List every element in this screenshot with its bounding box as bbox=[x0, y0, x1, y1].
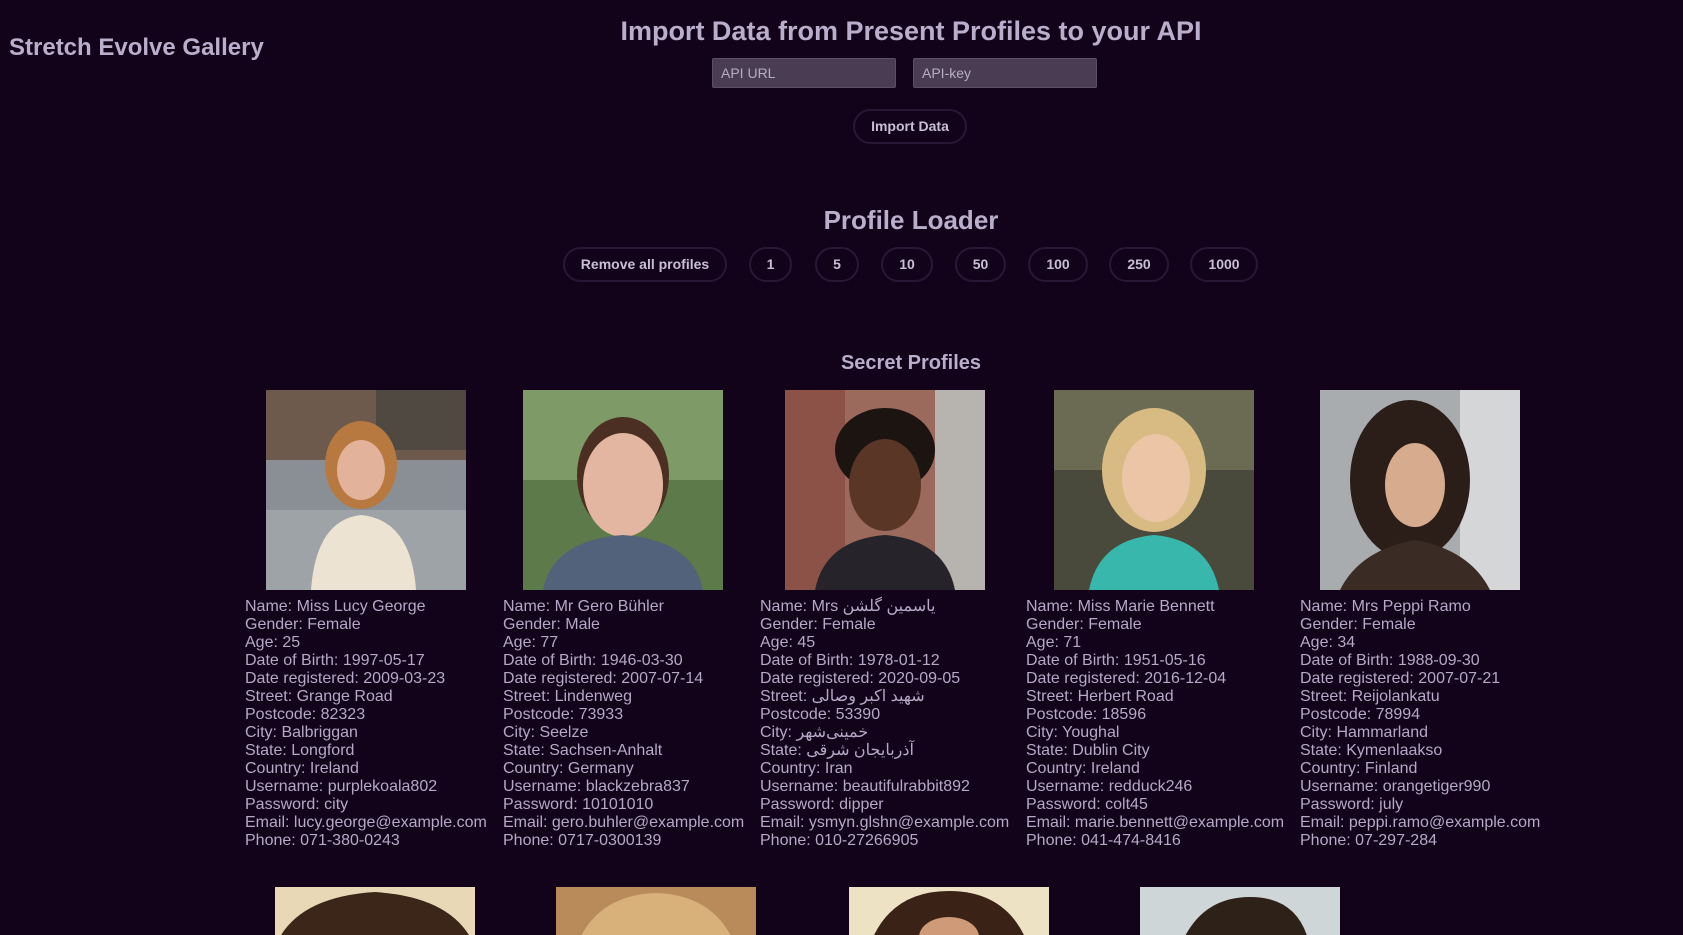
profile-email: Email: marie.bennett@example.com bbox=[1026, 814, 1285, 831]
load-100-button[interactable]: 100 bbox=[1028, 247, 1088, 282]
profile-gender: Gender: Female bbox=[1300, 616, 1416, 633]
profile-street: Street: Lindenweg bbox=[503, 688, 632, 705]
secret-profiles-heading: Secret Profiles bbox=[840, 352, 982, 374]
profile-photo bbox=[849, 887, 1049, 935]
profile-postcode: Postcode: 73933 bbox=[503, 706, 624, 723]
profile-city: City: Hammarland bbox=[1300, 724, 1429, 741]
profile-phone: Phone: 041-474-8416 bbox=[1026, 832, 1181, 849]
load-10-button[interactable]: 10 bbox=[881, 247, 933, 282]
profile-dob: Date of Birth: 1946-03-30 bbox=[503, 652, 683, 669]
profile-city: City: Youghal bbox=[1026, 724, 1120, 741]
profile-name: Name: Mr Gero Bühler bbox=[503, 598, 664, 615]
profile-street: Street: Herbert Road bbox=[1026, 688, 1174, 705]
profile-email: Email: peppi.ramo@example.com bbox=[1300, 814, 1541, 831]
profile-registered: Date registered: 2007-07-21 bbox=[1300, 670, 1501, 687]
page: Stretch Evolve Gallery Import Data from … bbox=[0, 0, 1683, 935]
profile-photo bbox=[1054, 390, 1254, 590]
profile-details: Name: Mrs یاسمین گلشن Gender: Female Age… bbox=[760, 598, 1009, 850]
profile-username: Username: purplekoala802 bbox=[245, 778, 438, 795]
load-1-button[interactable]: 1 bbox=[749, 247, 792, 282]
profile-details: Name: Miss Marie Bennett Gender: Female … bbox=[1026, 598, 1284, 850]
profile-username: Username: blackzebra837 bbox=[503, 778, 690, 795]
profile-gender: Gender: Female bbox=[760, 616, 876, 633]
profile-registered: Date registered: 2009-03-23 bbox=[245, 670, 446, 687]
profile-city: City: خمینی‌شهر bbox=[760, 724, 869, 741]
profile-age: Age: 77 bbox=[503, 634, 559, 651]
import-data-button[interactable]: Import Data bbox=[853, 109, 967, 144]
profile-name: Name: Mrs یاسمین گلشن bbox=[760, 598, 936, 615]
profile-email: Email: gero.buhler@example.com bbox=[503, 814, 745, 831]
profile-registered: Date registered: 2007-07-14 bbox=[503, 670, 704, 687]
remove-all-profiles-button[interactable]: Remove all profiles bbox=[563, 247, 727, 282]
profile-username: Username: orangetiger990 bbox=[1300, 778, 1491, 795]
profile-country: Country: Ireland bbox=[1026, 760, 1140, 777]
profile-photo bbox=[523, 390, 723, 590]
profile-email: Email: ysmyn.glshn@example.com bbox=[760, 814, 1010, 831]
profile-name: Name: Miss Lucy George bbox=[245, 598, 426, 615]
profile-dob: Date of Birth: 1978-01-12 bbox=[760, 652, 940, 669]
profile-photo bbox=[556, 887, 756, 935]
profile-photo bbox=[1140, 887, 1340, 935]
profile-details: Name: Mrs Peppi Ramo Gender: Female Age:… bbox=[1300, 598, 1540, 850]
load-250-button[interactable]: 250 bbox=[1109, 247, 1169, 282]
profile-loader-heading: Profile Loader bbox=[823, 205, 999, 235]
profile-username: Username: beautifulrabbit892 bbox=[760, 778, 970, 795]
profile-postcode: Postcode: 82323 bbox=[245, 706, 366, 723]
profile-password: Password: city bbox=[245, 796, 349, 813]
profile-country: Country: Iran bbox=[760, 760, 853, 777]
profile-country: Country: Germany bbox=[503, 760, 634, 777]
profile-password: Password: july bbox=[1300, 796, 1404, 813]
profile-gender: Gender: Male bbox=[503, 616, 600, 633]
profile-photo bbox=[275, 887, 475, 935]
profile-phone: Phone: 071-380-0243 bbox=[245, 832, 400, 849]
profile-photo bbox=[785, 390, 985, 590]
profile-postcode: Postcode: 18596 bbox=[1026, 706, 1147, 723]
profile-country: Country: Ireland bbox=[245, 760, 359, 777]
profile-state: State: Longford bbox=[245, 742, 355, 759]
profile-registered: Date registered: 2020-09-05 bbox=[760, 670, 961, 687]
profile-password: Password: colt45 bbox=[1026, 796, 1148, 813]
profile-street: Street: Reijolankatu bbox=[1300, 688, 1440, 705]
profile-gender: Gender: Female bbox=[1026, 616, 1142, 633]
profile-gender: Gender: Female bbox=[245, 616, 361, 633]
profile-photo bbox=[1320, 390, 1520, 590]
profile-password: Password: dipper bbox=[760, 796, 884, 813]
profile-phone: Phone: 010-27266905 bbox=[760, 832, 919, 849]
profile-state: State: Dublin City bbox=[1026, 742, 1150, 759]
load-5-button[interactable]: 5 bbox=[815, 247, 859, 282]
load-1000-button[interactable]: 1000 bbox=[1190, 247, 1258, 282]
profile-age: Age: 71 bbox=[1026, 634, 1082, 651]
profile-postcode: Postcode: 78994 bbox=[1300, 706, 1421, 723]
profile-password: Password: 10101010 bbox=[503, 796, 654, 813]
profile-email: Email: lucy.george@example.com bbox=[245, 814, 487, 831]
profile-photo bbox=[266, 390, 466, 590]
profile-state: State: آذربایجان شرقی bbox=[760, 742, 914, 759]
profile-phone: Phone: 0717-0300139 bbox=[503, 832, 662, 849]
profile-country: Country: Finland bbox=[1300, 760, 1418, 777]
profile-username: Username: redduck246 bbox=[1026, 778, 1193, 795]
profile-street: Street: شهید اکبر وصالی bbox=[760, 688, 925, 705]
api-key-input[interactable] bbox=[913, 58, 1097, 88]
import-heading: Import Data from Present Profiles to you… bbox=[620, 16, 1202, 46]
profile-dob: Date of Birth: 1997-05-17 bbox=[245, 652, 425, 669]
load-50-button[interactable]: 50 bbox=[955, 247, 1006, 282]
profile-age: Age: 45 bbox=[760, 634, 816, 651]
profile-state: State: Sachsen-Anhalt bbox=[503, 742, 663, 759]
profile-details: Name: Miss Lucy George Gender: Female Ag… bbox=[245, 598, 487, 850]
profile-dob: Date of Birth: 1988-09-30 bbox=[1300, 652, 1480, 669]
profile-postcode: Postcode: 53390 bbox=[760, 706, 881, 723]
profile-dob: Date of Birth: 1951-05-16 bbox=[1026, 652, 1206, 669]
profile-details: Name: Mr Gero Bühler Gender: Male Age: 7… bbox=[503, 598, 744, 850]
profile-street: Street: Grange Road bbox=[245, 688, 393, 705]
profile-age: Age: 25 bbox=[245, 634, 301, 651]
profile-phone: Phone: 07-297-284 bbox=[1300, 832, 1437, 849]
profile-name: Name: Miss Marie Bennett bbox=[1026, 598, 1215, 615]
profile-name: Name: Mrs Peppi Ramo bbox=[1300, 598, 1471, 615]
api-url-input[interactable] bbox=[712, 58, 896, 88]
profile-age: Age: 34 bbox=[1300, 634, 1356, 651]
profile-registered: Date registered: 2016-12-04 bbox=[1026, 670, 1227, 687]
profile-city: City: Seelze bbox=[503, 724, 589, 741]
profile-state: State: Kymenlaakso bbox=[1300, 742, 1443, 759]
profile-city: City: Balbriggan bbox=[245, 724, 358, 741]
